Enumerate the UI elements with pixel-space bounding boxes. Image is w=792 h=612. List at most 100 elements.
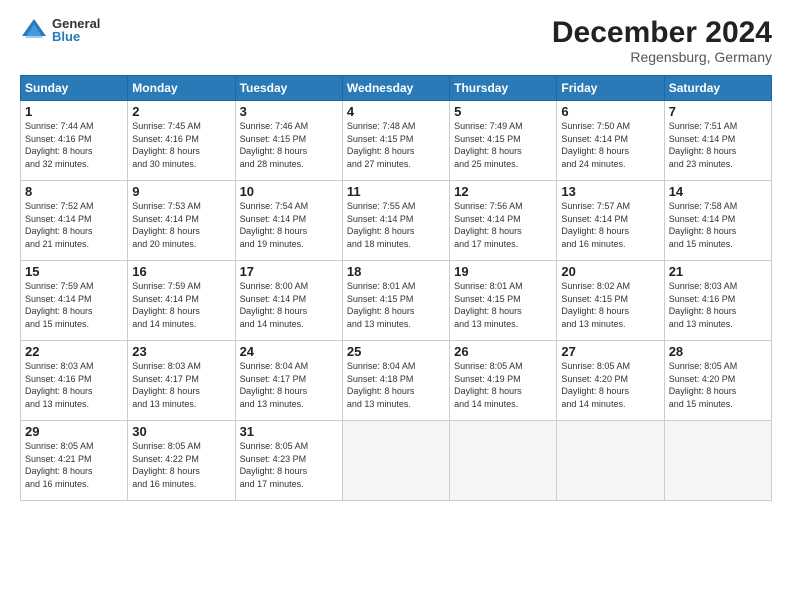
table-row: 12Sunrise: 7:56 AMSunset: 4:14 PMDayligh… xyxy=(450,181,557,261)
table-row: 29Sunrise: 8:05 AMSunset: 4:21 PMDayligh… xyxy=(21,421,128,501)
table-row: 8Sunrise: 7:52 AMSunset: 4:14 PMDaylight… xyxy=(21,181,128,261)
day-number: 5 xyxy=(454,104,552,119)
day-info: Sunrise: 8:03 AMSunset: 4:16 PMDaylight:… xyxy=(669,280,767,330)
table-row: 13Sunrise: 7:57 AMSunset: 4:14 PMDayligh… xyxy=(557,181,664,261)
table-row: 1Sunrise: 7:44 AMSunset: 4:16 PMDaylight… xyxy=(21,101,128,181)
day-number: 31 xyxy=(240,424,338,439)
day-info: Sunrise: 7:51 AMSunset: 4:14 PMDaylight:… xyxy=(669,120,767,170)
table-row: 22Sunrise: 8:03 AMSunset: 4:16 PMDayligh… xyxy=(21,341,128,421)
logo-icon xyxy=(20,16,48,44)
day-number: 2 xyxy=(132,104,230,119)
table-row: 5Sunrise: 7:49 AMSunset: 4:15 PMDaylight… xyxy=(450,101,557,181)
day-info: Sunrise: 8:03 AMSunset: 4:16 PMDaylight:… xyxy=(25,360,123,410)
page: General Blue December 2024 Regensburg, G… xyxy=(0,0,792,612)
day-info: Sunrise: 7:52 AMSunset: 4:14 PMDaylight:… xyxy=(25,200,123,250)
table-row: 4Sunrise: 7:48 AMSunset: 4:15 PMDaylight… xyxy=(342,101,449,181)
table-row: 30Sunrise: 8:05 AMSunset: 4:22 PMDayligh… xyxy=(128,421,235,501)
table-row: 15Sunrise: 7:59 AMSunset: 4:14 PMDayligh… xyxy=(21,261,128,341)
day-number: 16 xyxy=(132,264,230,279)
day-number: 21 xyxy=(669,264,767,279)
day-info: Sunrise: 7:54 AMSunset: 4:14 PMDaylight:… xyxy=(240,200,338,250)
table-row: 23Sunrise: 8:03 AMSunset: 4:17 PMDayligh… xyxy=(128,341,235,421)
table-row: 21Sunrise: 8:03 AMSunset: 4:16 PMDayligh… xyxy=(664,261,771,341)
table-row: 2Sunrise: 7:45 AMSunset: 4:16 PMDaylight… xyxy=(128,101,235,181)
table-row: 14Sunrise: 7:58 AMSunset: 4:14 PMDayligh… xyxy=(664,181,771,261)
day-number: 13 xyxy=(561,184,659,199)
day-info: Sunrise: 8:05 AMSunset: 4:20 PMDaylight:… xyxy=(561,360,659,410)
table-row: 18Sunrise: 8:01 AMSunset: 4:15 PMDayligh… xyxy=(342,261,449,341)
day-info: Sunrise: 7:44 AMSunset: 4:16 PMDaylight:… xyxy=(25,120,123,170)
table-row xyxy=(664,421,771,501)
day-info: Sunrise: 8:00 AMSunset: 4:14 PMDaylight:… xyxy=(240,280,338,330)
day-number: 19 xyxy=(454,264,552,279)
day-number: 8 xyxy=(25,184,123,199)
day-number: 12 xyxy=(454,184,552,199)
table-row: 25Sunrise: 8:04 AMSunset: 4:18 PMDayligh… xyxy=(342,341,449,421)
calendar-week-row: 22Sunrise: 8:03 AMSunset: 4:16 PMDayligh… xyxy=(21,341,772,421)
calendar-table: Sunday Monday Tuesday Wednesday Thursday… xyxy=(20,75,772,501)
day-number: 24 xyxy=(240,344,338,359)
day-info: Sunrise: 7:58 AMSunset: 4:14 PMDaylight:… xyxy=(669,200,767,250)
calendar-week-row: 1Sunrise: 7:44 AMSunset: 4:16 PMDaylight… xyxy=(21,101,772,181)
col-tuesday: Tuesday xyxy=(235,76,342,101)
day-info: Sunrise: 7:53 AMSunset: 4:14 PMDaylight:… xyxy=(132,200,230,250)
day-info: Sunrise: 8:04 AMSunset: 4:17 PMDaylight:… xyxy=(240,360,338,410)
table-row: 31Sunrise: 8:05 AMSunset: 4:23 PMDayligh… xyxy=(235,421,342,501)
day-number: 3 xyxy=(240,104,338,119)
day-info: Sunrise: 8:04 AMSunset: 4:18 PMDaylight:… xyxy=(347,360,445,410)
logo-blue: Blue xyxy=(52,30,100,43)
col-friday: Friday xyxy=(557,76,664,101)
table-row: 16Sunrise: 7:59 AMSunset: 4:14 PMDayligh… xyxy=(128,261,235,341)
table-row xyxy=(342,421,449,501)
col-wednesday: Wednesday xyxy=(342,76,449,101)
day-number: 14 xyxy=(669,184,767,199)
day-info: Sunrise: 8:01 AMSunset: 4:15 PMDaylight:… xyxy=(347,280,445,330)
table-row: 6Sunrise: 7:50 AMSunset: 4:14 PMDaylight… xyxy=(557,101,664,181)
day-info: Sunrise: 7:59 AMSunset: 4:14 PMDaylight:… xyxy=(132,280,230,330)
day-info: Sunrise: 7:57 AMSunset: 4:14 PMDaylight:… xyxy=(561,200,659,250)
logo: General Blue xyxy=(20,16,100,44)
day-info: Sunrise: 7:50 AMSunset: 4:14 PMDaylight:… xyxy=(561,120,659,170)
col-thursday: Thursday xyxy=(450,76,557,101)
day-info: Sunrise: 8:05 AMSunset: 4:21 PMDaylight:… xyxy=(25,440,123,490)
day-number: 29 xyxy=(25,424,123,439)
day-number: 20 xyxy=(561,264,659,279)
day-number: 1 xyxy=(25,104,123,119)
table-row: 19Sunrise: 8:01 AMSunset: 4:15 PMDayligh… xyxy=(450,261,557,341)
day-number: 9 xyxy=(132,184,230,199)
table-row: 10Sunrise: 7:54 AMSunset: 4:14 PMDayligh… xyxy=(235,181,342,261)
day-info: Sunrise: 8:05 AMSunset: 4:23 PMDaylight:… xyxy=(240,440,338,490)
day-number: 11 xyxy=(347,184,445,199)
table-row: 7Sunrise: 7:51 AMSunset: 4:14 PMDaylight… xyxy=(664,101,771,181)
table-row: 26Sunrise: 8:05 AMSunset: 4:19 PMDayligh… xyxy=(450,341,557,421)
day-info: Sunrise: 8:03 AMSunset: 4:17 PMDaylight:… xyxy=(132,360,230,410)
subtitle: Regensburg, Germany xyxy=(552,49,772,65)
day-info: Sunrise: 8:05 AMSunset: 4:22 PMDaylight:… xyxy=(132,440,230,490)
day-number: 10 xyxy=(240,184,338,199)
day-number: 4 xyxy=(347,104,445,119)
table-row: 20Sunrise: 8:02 AMSunset: 4:15 PMDayligh… xyxy=(557,261,664,341)
day-number: 30 xyxy=(132,424,230,439)
table-row: 9Sunrise: 7:53 AMSunset: 4:14 PMDaylight… xyxy=(128,181,235,261)
month-title: December 2024 xyxy=(552,16,772,49)
day-number: 17 xyxy=(240,264,338,279)
day-info: Sunrise: 7:46 AMSunset: 4:15 PMDaylight:… xyxy=(240,120,338,170)
day-number: 23 xyxy=(132,344,230,359)
calendar-week-row: 8Sunrise: 7:52 AMSunset: 4:14 PMDaylight… xyxy=(21,181,772,261)
day-number: 25 xyxy=(347,344,445,359)
day-number: 28 xyxy=(669,344,767,359)
logo-text: General Blue xyxy=(52,17,100,43)
table-row: 28Sunrise: 8:05 AMSunset: 4:20 PMDayligh… xyxy=(664,341,771,421)
day-info: Sunrise: 7:56 AMSunset: 4:14 PMDaylight:… xyxy=(454,200,552,250)
day-info: Sunrise: 7:59 AMSunset: 4:14 PMDaylight:… xyxy=(25,280,123,330)
table-row xyxy=(450,421,557,501)
day-info: Sunrise: 7:49 AMSunset: 4:15 PMDaylight:… xyxy=(454,120,552,170)
day-number: 15 xyxy=(25,264,123,279)
day-info: Sunrise: 8:01 AMSunset: 4:15 PMDaylight:… xyxy=(454,280,552,330)
calendar-week-row: 15Sunrise: 7:59 AMSunset: 4:14 PMDayligh… xyxy=(21,261,772,341)
calendar-week-row: 29Sunrise: 8:05 AMSunset: 4:21 PMDayligh… xyxy=(21,421,772,501)
day-number: 22 xyxy=(25,344,123,359)
calendar-header-row: Sunday Monday Tuesday Wednesday Thursday… xyxy=(21,76,772,101)
day-number: 18 xyxy=(347,264,445,279)
day-info: Sunrise: 8:05 AMSunset: 4:20 PMDaylight:… xyxy=(669,360,767,410)
